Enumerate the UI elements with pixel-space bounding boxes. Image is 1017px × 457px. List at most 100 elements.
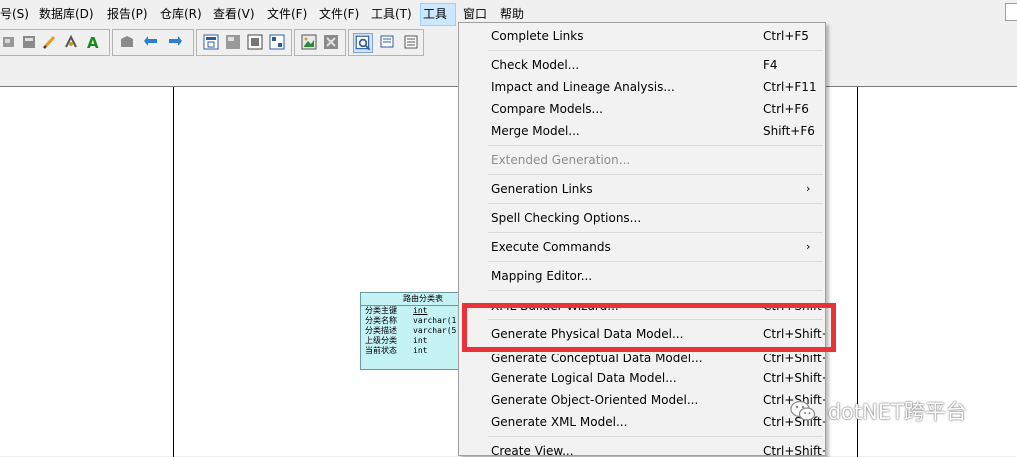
proc-icon[interactable] xyxy=(323,34,339,50)
link-left-icon[interactable] xyxy=(143,34,159,50)
tool-icon-1[interactable] xyxy=(1,34,17,50)
menu-separator xyxy=(488,145,823,146)
zoom-icon[interactable] xyxy=(353,33,373,53)
menu-item-generate-xml-model[interactable]: Generate XML Model...Ctrl+Shift+M xyxy=(459,411,825,433)
menu-separator xyxy=(488,174,823,175)
menu-item-generate-logical-data-model[interactable]: Generate Logical Data Model... Ctrl+Shift… xyxy=(459,367,825,389)
menu-item-shortcut: Shift+F6 xyxy=(763,124,815,138)
menu-item-label: Check Model... xyxy=(491,58,580,72)
column-type: int xyxy=(413,336,428,345)
entity-row: 上级分类 int xyxy=(361,336,469,346)
pencil-icon[interactable] xyxy=(41,34,57,50)
menu-tools-active[interactable]: 工具 xyxy=(420,3,456,26)
menu-item-label: Generate Conceptual Data Model... xyxy=(491,354,703,365)
menu-item-label: Create View... xyxy=(491,444,574,456)
menu-separator xyxy=(488,203,823,204)
link-right-icon[interactable] xyxy=(167,34,183,50)
menu-database[interactable]: 数据库(D) xyxy=(39,0,94,28)
tools-menu-dropdown: Complete Links Ctrl+F5 Check Model... F4 I… xyxy=(458,22,826,456)
column-type: int xyxy=(413,306,428,315)
toolbar-group-draw: A xyxy=(0,29,110,56)
menu-item-label: Impact and Lineage Analysis... xyxy=(491,80,675,94)
menu-item-shortcut: Ctrl+F5 xyxy=(763,29,809,43)
entity-row: 当前状态 int xyxy=(361,346,469,356)
menu-item-impact-lineage[interactable]: Impact and Lineage Analysis... Ctrl+F11 xyxy=(459,76,825,98)
menu-item-generate-conceptual-data-model[interactable]: Generate Conceptual Data Model... Ctrl+Sh… xyxy=(459,354,825,366)
menu-view[interactable]: 查看(V) xyxy=(213,0,255,28)
menu-repository[interactable]: 仓库(R) xyxy=(160,0,202,28)
menu-separator xyxy=(488,232,823,233)
menu-tools-t[interactable]: 工具(T) xyxy=(371,0,412,28)
menu-item-label: Complete Links xyxy=(491,29,584,43)
window-edge-box xyxy=(1005,3,1017,21)
reference-icon[interactable] xyxy=(247,34,263,50)
menu-item-label: Merge Model... xyxy=(491,124,580,138)
menu-item-label: Execute Commands xyxy=(491,240,611,254)
entity-title: 路由分类表 xyxy=(361,293,469,306)
menu-item-shortcut: Ctrl+F6 xyxy=(763,102,809,116)
menu-item-shortcut: Ctrl+Shift+V xyxy=(763,444,825,456)
entity-route-category[interactable]: 路由分类表 分类主键 int 分类名称 varchar(1 分类描述 varchar(… xyxy=(360,292,470,370)
menu-file-1[interactable]: 文件(F) xyxy=(267,0,307,28)
wechat-icon xyxy=(790,400,816,421)
column-name: 分类名称 xyxy=(365,316,397,325)
menu-separator xyxy=(488,50,823,51)
column-name: 上级分类 xyxy=(365,336,397,345)
toolbar-group-tools xyxy=(348,29,424,56)
highlight-box xyxy=(462,303,836,352)
menu-item-complete-links[interactable]: Complete Links Ctrl+F5 xyxy=(459,25,825,47)
menu-item-shortcut: Ctrl+F11 xyxy=(763,80,817,94)
toolbar-group-links xyxy=(112,29,194,56)
menu-file-2[interactable]: 文件(F) xyxy=(319,0,359,28)
view-icon[interactable] xyxy=(225,34,241,50)
menu-item-shortcut: F4 xyxy=(763,58,778,72)
column-name: 分类描述 xyxy=(365,326,397,335)
menu-report[interactable]: 报告(P) xyxy=(107,0,148,28)
column-name: 当前状态 xyxy=(365,346,397,355)
entity-row: 分类主键 int xyxy=(361,306,469,316)
entity-row: 分类名称 varchar(1 xyxy=(361,316,469,326)
table-icon[interactable] xyxy=(203,34,219,50)
package-icon[interactable] xyxy=(119,34,135,50)
menu-separator xyxy=(488,290,823,291)
toolbar-group-misc xyxy=(294,29,346,56)
menu-item-label: Extended Generation... xyxy=(491,153,631,167)
entity-row: 分类描述 varchar(5 xyxy=(361,326,469,336)
menu-item-shortcut: Ctrl+Shift+C xyxy=(763,354,825,365)
menu-item-mapping-editor[interactable]: Mapping Editor... xyxy=(459,265,825,287)
column-name: 分类主键 xyxy=(365,306,397,315)
menu-item-label: Generate Logical Data Model... xyxy=(491,371,677,385)
menu-item-execute-commands[interactable]: Execute Commands › xyxy=(459,236,825,258)
association-icon[interactable] xyxy=(269,34,285,50)
menu-item-label: Generate Object-Oriented Model... xyxy=(491,393,699,407)
column-type: varchar(1 xyxy=(413,316,457,325)
page-border-left xyxy=(173,87,174,457)
column-type: int xyxy=(413,346,428,355)
menu-item-create-view[interactable]: Create View... Ctrl+Shift+V xyxy=(459,440,825,456)
watermark-text: dotNET跨平台 xyxy=(827,400,967,424)
menu-separator xyxy=(488,436,823,437)
menu-item-compare-models[interactable]: Compare Models... Ctrl+F6 xyxy=(459,98,825,120)
image-icon[interactable] xyxy=(301,34,317,50)
menu-item-label: Compare Models... xyxy=(491,102,603,116)
text-a-icon[interactable]: A xyxy=(85,34,101,50)
menu-item-check-model[interactable]: Check Model... F4 xyxy=(459,54,825,76)
menu-item-label: Generation Links xyxy=(491,182,593,196)
menu-item-label: Spell Checking Options... xyxy=(491,211,642,225)
arrow-tool-icon[interactable] xyxy=(63,34,79,50)
menu-item-spell-checking[interactable]: Spell Checking Options... xyxy=(459,207,825,229)
chevron-right-icon: › xyxy=(806,240,811,253)
tool-icon-2[interactable] xyxy=(21,34,37,50)
column-type: varchar(5 xyxy=(413,326,457,335)
toolbar-group-objects xyxy=(196,29,292,56)
list-icon[interactable] xyxy=(403,34,419,50)
chevron-right-icon: › xyxy=(806,182,811,195)
menu-item-generate-object-oriented-model[interactable]: Generate Object-Oriented Model... Ctrl+Sh… xyxy=(459,389,825,411)
menu-symbol[interactable]: 号(S) xyxy=(0,0,29,28)
note-icon[interactable] xyxy=(379,34,395,50)
menu-item-label: Generate XML Model... xyxy=(491,415,628,429)
menu-item-merge-model[interactable]: Merge Model... Shift+F6 xyxy=(459,120,825,142)
menu-item-extended-generation: Extended Generation... xyxy=(459,149,825,171)
menu-item-label: Mapping Editor... xyxy=(491,269,593,283)
menu-item-generation-links[interactable]: Generation Links › xyxy=(459,178,825,200)
